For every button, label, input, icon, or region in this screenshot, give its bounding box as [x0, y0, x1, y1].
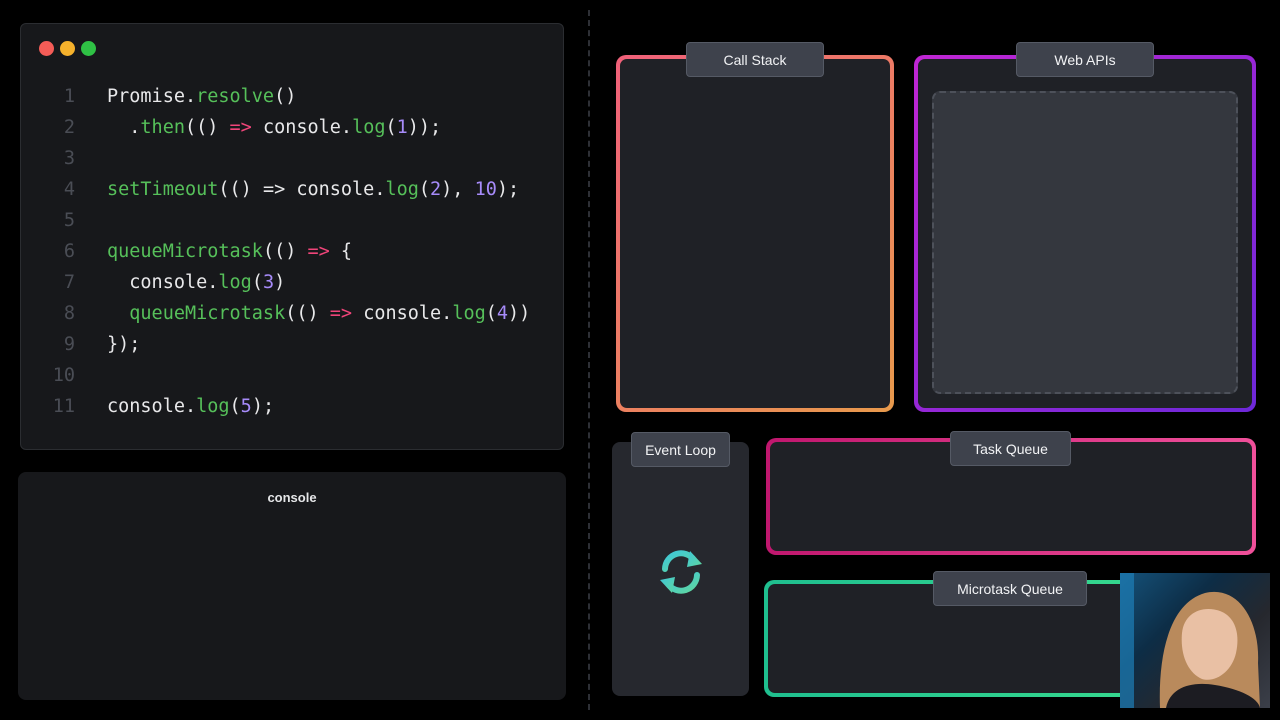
- code-token: log: [352, 117, 386, 138]
- code-token: 3: [262, 272, 275, 293]
- code-line: 4 setTimeout(() => console.log(2), 10);: [21, 174, 563, 205]
- presenter-silhouette-icon: [1120, 573, 1260, 708]
- code-token: console.: [107, 272, 219, 293]
- code-text: setTimeout(() => console.log(2), 10);: [107, 174, 519, 205]
- line-number: 8: [63, 303, 75, 324]
- code-token: (() => console.: [218, 179, 386, 200]
- line-number: 9: [63, 334, 75, 355]
- code-token: resolve: [196, 86, 275, 107]
- code-token: ),: [441, 179, 475, 200]
- code-line: 3: [21, 143, 563, 174]
- code-token: =>: [307, 241, 330, 262]
- event-loop-label: Event Loop: [631, 432, 730, 467]
- code-token: queueMicrotask: [107, 303, 286, 324]
- code-token: (: [251, 272, 263, 293]
- line-number: 11: [52, 396, 75, 417]
- code-token: =>: [229, 117, 252, 138]
- call-stack-box: [616, 55, 894, 412]
- console-title: console: [267, 490, 317, 505]
- code-token: .: [107, 117, 141, 138]
- code-token: log: [218, 272, 252, 293]
- web-apis-label: Web APIs: [1016, 42, 1154, 77]
- code-token: console.: [107, 396, 197, 417]
- code-line: 10: [21, 360, 563, 391]
- code-token: });: [107, 334, 141, 355]
- code-token: 10: [474, 179, 497, 200]
- code-token: ((): [262, 241, 308, 262]
- code-token: ((): [184, 117, 230, 138]
- line-number: 1: [63, 86, 75, 107]
- code-line: 7 console.log(3): [21, 267, 563, 298]
- minimize-dot-icon[interactable]: [60, 41, 75, 56]
- section-divider: [588, 10, 590, 710]
- maximize-dot-icon[interactable]: [81, 41, 96, 56]
- code-token: queueMicrotask: [107, 241, 263, 262]
- web-apis-area: [918, 59, 1252, 408]
- code-line: 1 Promise.resolve(): [21, 81, 563, 112]
- line-number: 2: [63, 117, 75, 138]
- web-apis-dropzone: [932, 91, 1238, 394]
- code-text: queueMicrotask(() => {: [107, 236, 352, 267]
- presenter-webcam: [1120, 573, 1270, 708]
- code-token: Promise.: [107, 86, 197, 107]
- code-token: 4: [496, 303, 509, 324]
- code-token: 5: [240, 396, 252, 417]
- code-text: console.log(5);: [107, 391, 274, 422]
- microtask-queue-label: Microtask Queue: [933, 571, 1087, 606]
- call-stack-area: [620, 59, 890, 408]
- code-line: 9});: [21, 329, 563, 360]
- code-token: console.: [251, 117, 353, 138]
- task-queue-label: Task Queue: [950, 431, 1071, 466]
- line-number: 3: [63, 148, 75, 169]
- code-token: )): [508, 303, 531, 324]
- refresh-cycle-icon: [660, 550, 702, 594]
- code-token: 1: [396, 117, 408, 138]
- code-line: 8 queueMicrotask(() => console.log(4)): [21, 298, 563, 329]
- code-line: 6 queueMicrotask(() => {: [21, 236, 563, 267]
- window-controls: [39, 41, 96, 56]
- code-text: queueMicrotask(() => console.log(4)): [107, 298, 530, 329]
- code-text: console.log(3): [107, 267, 285, 298]
- code-token: ((): [285, 303, 330, 324]
- code-text: .then(() => console.log(1));: [107, 112, 441, 143]
- line-number: 7: [63, 272, 75, 293]
- line-number: 10: [52, 365, 75, 386]
- code-token: then: [140, 117, 185, 138]
- code-token: (: [418, 179, 431, 200]
- code-line: 5: [21, 205, 563, 236]
- code-token: (: [385, 117, 397, 138]
- line-number: 6: [63, 241, 75, 262]
- call-stack-label: Call Stack: [686, 42, 824, 77]
- code-token: log: [385, 179, 419, 200]
- code-token: {: [329, 241, 353, 262]
- code-token: setTimeout: [107, 179, 219, 200]
- code-token: ): [274, 272, 286, 293]
- code-lines: 1 Promise.resolve() 2 .then(() => console.…: [21, 81, 563, 422]
- code-token: ));: [407, 117, 442, 138]
- code-line: 11 console.log(5);: [21, 391, 563, 422]
- console-panel: console: [18, 472, 566, 700]
- code-line: 2 .then(() => console.log(1));: [21, 112, 563, 143]
- code-editor: 1 Promise.resolve() 2 .then(() => console.…: [20, 23, 564, 450]
- line-number: 5: [63, 210, 75, 231]
- code-token: =>: [329, 303, 353, 324]
- web-apis-box: [914, 55, 1256, 412]
- code-token: log: [196, 396, 230, 417]
- code-token: log: [452, 303, 486, 324]
- code-text: });: [107, 329, 140, 360]
- code-token: (: [485, 303, 497, 324]
- code-token: (): [274, 86, 297, 107]
- code-text: Promise.resolve(): [107, 81, 296, 112]
- code-token: console.: [352, 303, 453, 324]
- code-token: 2: [430, 179, 442, 200]
- code-token: );: [251, 396, 275, 417]
- close-dot-icon[interactable]: [39, 41, 54, 56]
- code-token: );: [496, 179, 520, 200]
- code-token: (: [229, 396, 241, 417]
- event-loop-box: [612, 442, 749, 696]
- line-number: 4: [63, 179, 75, 200]
